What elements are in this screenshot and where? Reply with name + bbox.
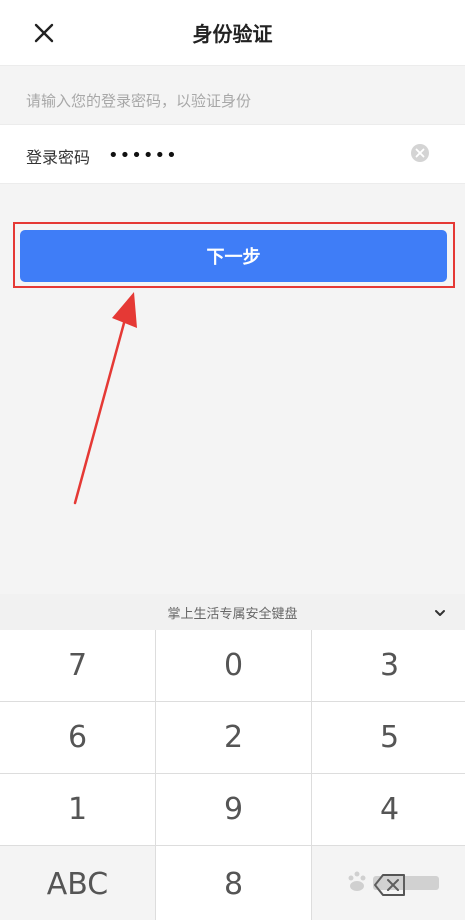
- key-8[interactable]: 8: [156, 846, 311, 920]
- backspace-icon: [373, 873, 405, 896]
- key-5[interactable]: 5: [312, 702, 465, 773]
- page-title: 身份验证: [192, 22, 273, 46]
- top-bar: 身份验证: [0, 0, 465, 66]
- keyboard-header: 掌上生活专属安全键盘: [0, 594, 465, 630]
- clear-button[interactable]: [410, 143, 430, 163]
- key-1[interactable]: 1: [0, 774, 155, 845]
- password-label: 登录密码: [26, 148, 91, 167]
- key-7[interactable]: 7: [0, 630, 155, 701]
- key-9[interactable]: 9: [156, 774, 311, 845]
- password-input[interactable]: [108, 137, 388, 173]
- password-row: 登录密码: [0, 124, 465, 184]
- key-6[interactable]: 6: [0, 702, 155, 773]
- key-4[interactable]: 4: [312, 774, 465, 845]
- keyboard-title: 掌上生活专属安全键盘: [167, 607, 298, 622]
- key-3[interactable]: 3: [312, 630, 465, 701]
- keyboard-collapse-button[interactable]: [430, 603, 450, 623]
- chevron-down-icon: [435, 610, 445, 616]
- next-button[interactable]: 下一步: [20, 230, 447, 282]
- clear-icon: [411, 144, 429, 162]
- key-backspace[interactable]: [312, 846, 465, 920]
- numeric-keypad: 7 0 3 6 2 5 1 9 4 ABC 8: [0, 630, 465, 920]
- password-hint: 请输入您的登录密码，以验证身份: [26, 92, 252, 110]
- key-2[interactable]: 2: [156, 702, 311, 773]
- key-abc[interactable]: ABC: [0, 846, 155, 920]
- key-0[interactable]: 0: [156, 630, 311, 701]
